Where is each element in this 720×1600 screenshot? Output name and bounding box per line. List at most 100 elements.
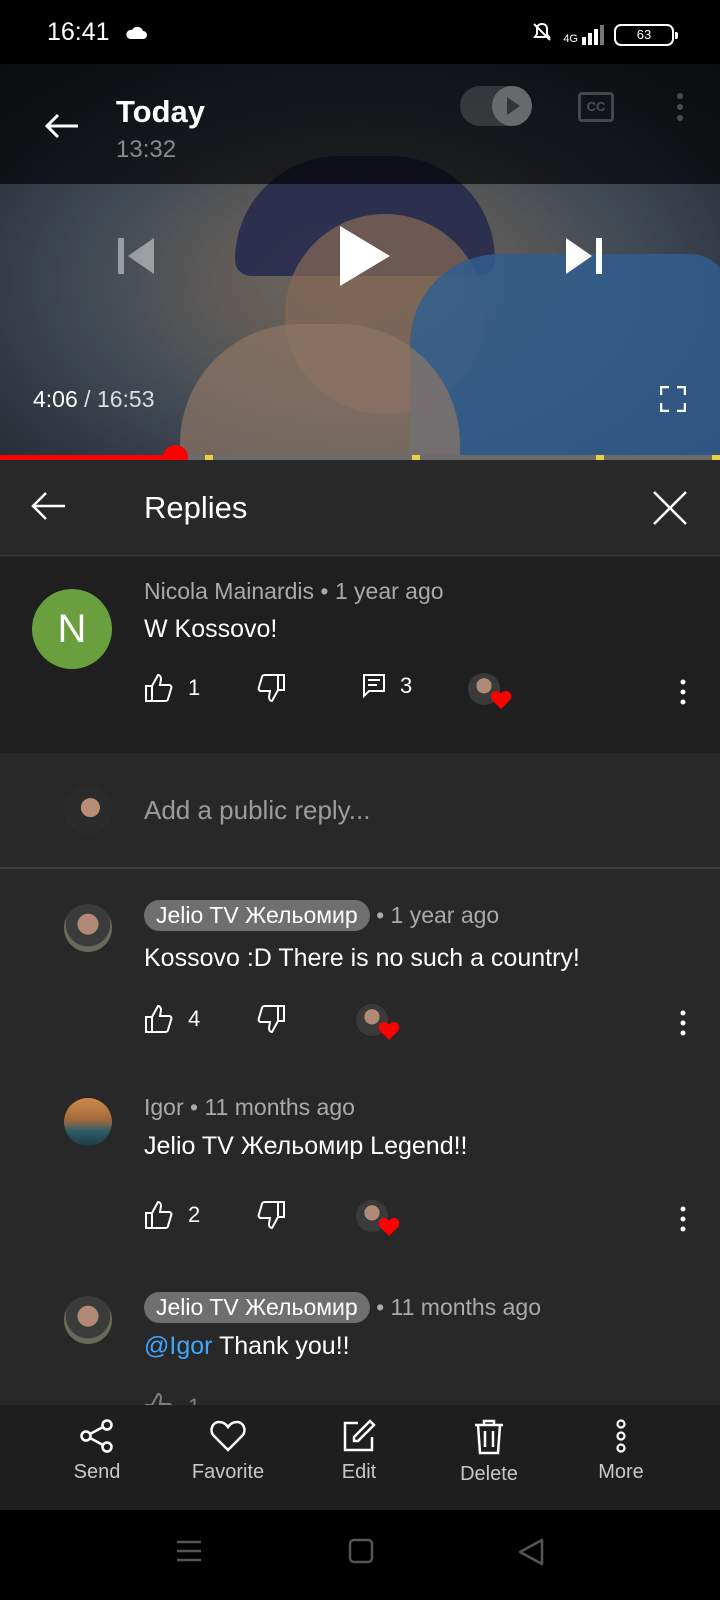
status-right: 4G 63 [531,21,678,48]
heart-icon [490,690,512,715]
previous-icon[interactable] [116,236,156,281]
close-icon[interactable] [652,490,688,531]
play-pause-icon[interactable] [338,224,392,293]
heart-icon [210,1420,246,1452]
send-label: Send [73,1461,121,1483]
reply-item: Jelio TV Жельомир • 1 year ago Kossovo :… [0,870,720,1070]
avatar[interactable] [64,1098,112,1146]
thumbs-up-icon [145,1200,173,1229]
share-icon [80,1419,113,1453]
reply-item: Igor • 11 months ago Jelio TV Жельомир L… [0,1068,720,1268]
comment-age: • 1 year ago [376,902,500,928]
replies-count-button[interactable]: 3 [362,673,412,699]
edit-button[interactable]: Edit [299,1419,419,1484]
captions-icon[interactable]: CC [578,92,614,122]
more-icon [616,1419,626,1453]
system-navigation-bar [0,1510,720,1600]
comment-actions: 1 3 [144,673,704,713]
like-button[interactable]: 1 [144,673,200,703]
cloud-icon [124,24,148,45]
next-icon[interactable] [564,236,604,281]
more-vertical-icon[interactable] [676,92,684,127]
comment-meta: Nicola Mainardis • 1 year ago [144,578,444,605]
reply-input[interactable]: Add a public reply... [144,795,370,826]
signal-icon: 4G [563,24,604,45]
thumbs-up-icon [145,673,173,702]
dislike-button[interactable] [256,1004,286,1034]
status-bar: 16:41 4G 63 [0,0,720,64]
bottom-action-bar: Send Favorite Edit Delete More [0,1405,720,1510]
time-separator: / [77,386,97,412]
autoplay-toggle[interactable] [460,86,532,126]
edit-icon [343,1419,376,1452]
dislike-button[interactable] [256,673,286,703]
thumbs-down-icon [257,674,285,703]
duration: 16:53 [96,386,155,412]
add-reply-box[interactable]: Add a public reply... [0,753,720,869]
like-button[interactable]: 4 [144,1004,200,1034]
battery-indicator: 63 [614,23,678,46]
like-count: 1 [188,675,201,700]
menu-icon[interactable] [176,1538,202,1569]
mute-bell-icon [531,21,553,48]
comment-actions: 1 [144,1392,704,1405]
thumbs-down-icon [257,1005,285,1034]
like-button[interactable]: 1 [144,1392,200,1405]
comment-author[interactable]: Igor [144,1094,184,1120]
replies-header: Replies [0,460,720,556]
reply-item: Jelio TV Жельомир • 11 months ago @Igor … [0,1266,720,1405]
creator-chip[interactable]: Jelio TV Жельомир [144,1292,370,1323]
comment-author[interactable]: Nicola Mainardis [144,578,314,604]
avatar[interactable]: N [32,589,112,669]
comment-meta: Jelio TV Жельомир • 1 year ago [144,900,499,931]
back-arrow-icon[interactable] [44,112,80,145]
home-icon[interactable] [348,1538,374,1569]
replies-title: Replies [144,490,248,525]
replies-panel: Replies N Nicola Mainardis • 1 year ago … [0,460,720,1405]
play-icon [492,86,532,126]
fullscreen-icon[interactable] [659,385,687,417]
thumbs-down-icon [257,1201,285,1230]
favorite-label: Favorite [191,1461,265,1483]
network-type: 4G [563,32,578,45]
favorite-button[interactable]: Favorite [168,1419,288,1484]
creator-heart-badge [356,1004,400,1040]
like-button[interactable]: 2 [144,1200,200,1230]
avatar[interactable] [64,904,112,952]
back-triangle-icon[interactable] [518,1538,544,1571]
video-player[interactable]: Today 13:32 CC 4:06 / 16:53 [0,64,720,460]
delete-label: Delete [460,1463,518,1485]
more-vertical-icon[interactable] [680,1206,686,1237]
comment-text: W Kossovo! [144,615,278,643]
more-vertical-icon[interactable] [680,1010,686,1041]
edit-label: Edit [341,1461,377,1483]
more-button[interactable]: More [561,1419,681,1484]
current-time: 4:06 [33,386,78,412]
comment-age: • 1 year ago [320,578,444,604]
video-subtitle: 13:32 [116,136,177,163]
back-arrow-icon[interactable] [30,490,66,527]
thumbs-up-icon [145,1392,173,1405]
creator-heart-badge [356,1200,400,1236]
comment-text: @Igor Thank you!! [144,1332,350,1361]
comment-age: • 11 months ago [190,1094,355,1120]
video-title: Today [116,94,205,129]
heart-icon [378,1217,400,1242]
avatar[interactable] [64,1296,112,1344]
mention-link[interactable]: @Igor [144,1332,212,1360]
reply-count: 3 [400,673,413,698]
delete-button[interactable]: Delete [429,1419,549,1486]
creator-chip[interactable]: Jelio TV Жельомир [144,900,370,931]
comment-actions: 4 [144,1004,704,1044]
send-button[interactable]: Send [37,1419,157,1484]
like-count: 2 [188,1202,201,1227]
comment-age: • 11 months ago [376,1294,541,1320]
comment-text-body: Thank you!! [212,1332,350,1360]
more-vertical-icon[interactable] [680,679,686,710]
comment-text: Jelio TV Жельомир Legend!! [144,1132,468,1160]
like-count: 4 [188,1006,201,1031]
heart-icon [378,1021,400,1046]
parent-comment: N Nicola Mainardis • 1 year ago W Kossov… [0,557,720,753]
dislike-button[interactable] [256,1200,286,1230]
comment-icon [363,674,385,699]
